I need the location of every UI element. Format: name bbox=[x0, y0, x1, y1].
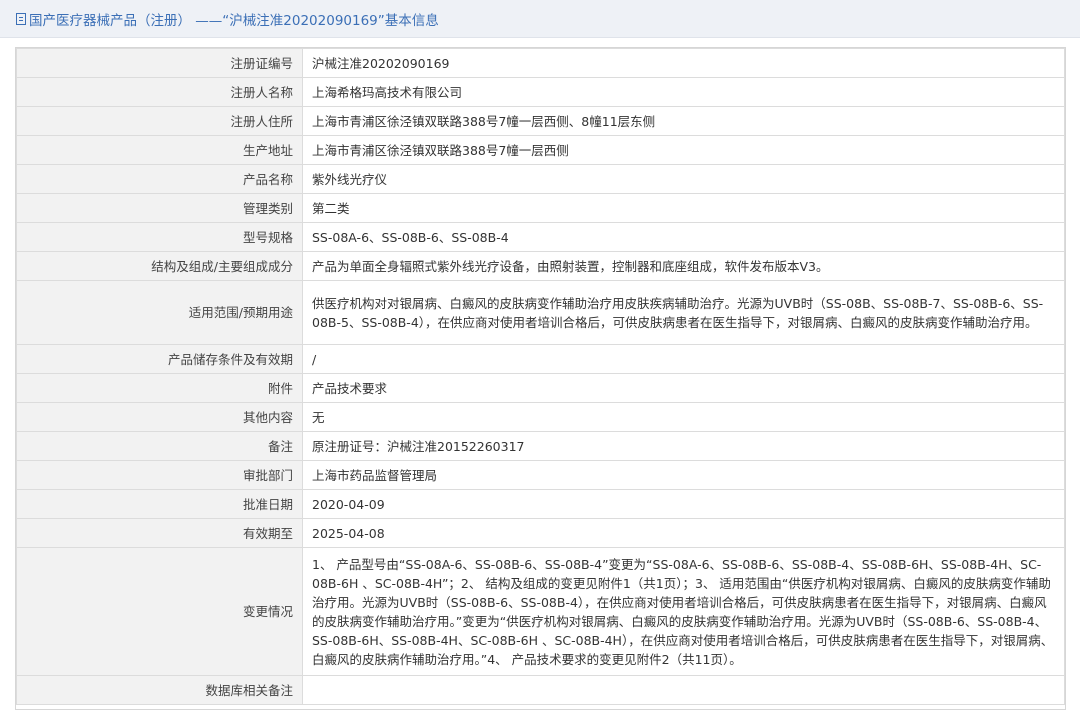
table-row-management-category: 管理类别 第二类 bbox=[16, 193, 1065, 223]
row-label: 有效期至 bbox=[16, 518, 303, 548]
row-value: 沪械注准20202090169 bbox=[302, 48, 1065, 78]
row-value: / bbox=[302, 344, 1065, 374]
row-value: 上海希格玛高技术有限公司 bbox=[302, 77, 1065, 107]
table-row-changes: 变更情况 1、 产品型号由“SS-08A-6、SS-08B-6、SS-08B-4… bbox=[16, 547, 1065, 676]
row-label: 注册人住所 bbox=[16, 106, 303, 136]
row-label: 适用范围/预期用途 bbox=[16, 280, 303, 345]
table-row-database-remarks: 数据库相关备注 bbox=[16, 675, 1065, 705]
row-label: 批准日期 bbox=[16, 489, 303, 519]
row-value: 上海市青浦区徐泾镇双联路388号7幢一层西侧 bbox=[302, 135, 1065, 165]
row-value: 紫外线光疗仪 bbox=[302, 164, 1065, 194]
table-row-structure: 结构及组成/主要组成成分 产品为单面全身辐照式紫外线光疗设备，由照射装置，控制器… bbox=[16, 251, 1065, 281]
row-label: 生产地址 bbox=[16, 135, 303, 165]
table-row-registrant-address: 注册人住所 上海市青浦区徐泾镇双联路388号7幢一层西侧、8幢11层东侧 bbox=[16, 106, 1065, 136]
detail-table-frame: 注册证编号 沪械注准20202090169 注册人名称 上海希格玛高技术有限公司… bbox=[15, 47, 1066, 710]
table-row-approval-department: 审批部门 上海市药品监督管理局 bbox=[16, 460, 1065, 490]
document-icon bbox=[16, 12, 26, 25]
table-row-approval-date: 批准日期 2020-04-09 bbox=[16, 489, 1065, 519]
table-row-remarks: 备注 原注册证号：沪械注准20152260317 bbox=[16, 431, 1065, 461]
row-label: 注册人名称 bbox=[16, 77, 303, 107]
row-label: 其他内容 bbox=[16, 402, 303, 432]
row-value: 上海市青浦区徐泾镇双联路388号7幢一层西侧、8幢11层东侧 bbox=[302, 106, 1065, 136]
row-label: 审批部门 bbox=[16, 460, 303, 490]
row-label: 附件 bbox=[16, 373, 303, 403]
row-label: 产品名称 bbox=[16, 164, 303, 194]
row-value: 上海市药品监督管理局 bbox=[302, 460, 1065, 490]
row-value: 供医疗机构对对银屑病、白癜风的皮肤病变作辅助治疗用皮肤疾病辅助治疗。光源为UVB… bbox=[302, 280, 1065, 345]
row-value: 无 bbox=[302, 402, 1065, 432]
row-label: 备注 bbox=[16, 431, 303, 461]
row-value: 2020-04-09 bbox=[302, 489, 1065, 519]
table-row-valid-until: 有效期至 2025-04-08 bbox=[16, 518, 1065, 548]
row-value: 原注册证号：沪械注准20152260317 bbox=[302, 431, 1065, 461]
page-title: 国产医疗器械产品（注册） ——“沪械注准20202090169”基本信息 bbox=[29, 12, 439, 29]
row-label: 型号规格 bbox=[16, 222, 303, 252]
table-row-intended-use: 适用范围/预期用途 供医疗机构对对银屑病、白癜风的皮肤病变作辅助治疗用皮肤疾病辅… bbox=[16, 280, 1065, 345]
table-row-storage: 产品储存条件及有效期 / bbox=[16, 344, 1065, 374]
row-value: 产品为单面全身辐照式紫外线光疗设备，由照射装置，控制器和底座组成，软件发布版本V… bbox=[302, 251, 1065, 281]
table-row-attachment: 附件 产品技术要求 bbox=[16, 373, 1065, 403]
row-label: 管理类别 bbox=[16, 193, 303, 223]
row-value: 2025-04-08 bbox=[302, 518, 1065, 548]
row-label: 结构及组成/主要组成成分 bbox=[16, 251, 303, 281]
table-row-other: 其他内容 无 bbox=[16, 402, 1065, 432]
table-row-product-name: 产品名称 紫外线光疗仪 bbox=[16, 164, 1065, 194]
table-row-registration-number: 注册证编号 沪械注准20202090169 bbox=[16, 48, 1065, 78]
table-row-production-address: 生产地址 上海市青浦区徐泾镇双联路388号7幢一层西侧 bbox=[16, 135, 1065, 165]
row-value: SS-08A-6、SS-08B-6、SS-08B-4 bbox=[302, 222, 1065, 252]
row-value: 第二类 bbox=[302, 193, 1065, 223]
row-label: 产品储存条件及有效期 bbox=[16, 344, 303, 374]
page-header: 国产医疗器械产品（注册） ——“沪械注准20202090169”基本信息 bbox=[0, 0, 1080, 38]
table-row-model-spec: 型号规格 SS-08A-6、SS-08B-6、SS-08B-4 bbox=[16, 222, 1065, 252]
detail-table: 注册证编号 沪械注准20202090169 注册人名称 上海希格玛高技术有限公司… bbox=[16, 48, 1065, 705]
row-value: 产品技术要求 bbox=[302, 373, 1065, 403]
row-label: 变更情况 bbox=[16, 547, 303, 676]
table-row-registrant-name: 注册人名称 上海希格玛高技术有限公司 bbox=[16, 77, 1065, 107]
row-label: 注册证编号 bbox=[16, 48, 303, 78]
row-value: 1、 产品型号由“SS-08A-6、SS-08B-6、SS-08B-4”变更为“… bbox=[302, 547, 1065, 676]
row-value bbox=[302, 675, 1065, 705]
row-label: 数据库相关备注 bbox=[16, 675, 303, 705]
